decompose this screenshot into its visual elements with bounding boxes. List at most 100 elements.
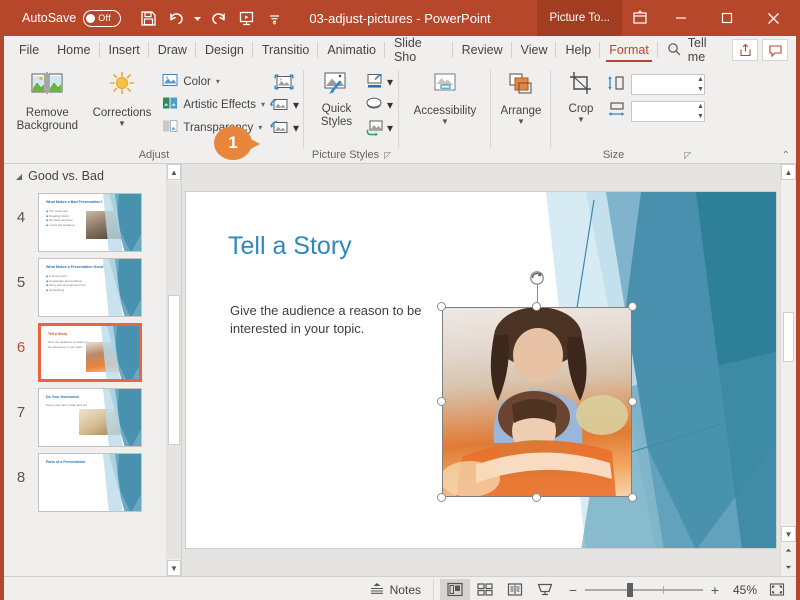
tab-format[interactable]: Format (600, 36, 658, 64)
quick-styles-button[interactable]: Quick Styles (309, 68, 364, 129)
picture-border-dropdown-icon[interactable]: ▾ (387, 75, 393, 89)
scroll-up-icon[interactable]: ▲ (167, 164, 181, 180)
corrections-button[interactable]: Corrections ▼ (86, 68, 159, 128)
change-picture-dropdown-icon[interactable]: ▾ (293, 98, 299, 112)
slide-area-scrollbar[interactable]: ▲ ▼ ⏶ ⏷ (780, 164, 796, 576)
corrections-dropdown-icon[interactable]: ▼ (118, 120, 126, 128)
fit-slide-to-window-button[interactable] (764, 579, 790, 600)
notes-button[interactable]: Notes (358, 582, 433, 598)
slide-thumbnail[interactable]: What Makes a Bad Presentation? ◆ Too muc… (38, 193, 142, 252)
list-item[interactable]: 6 Tell a Story Give the audience a reaso… (4, 323, 181, 382)
close-button[interactable] (750, 0, 796, 36)
tab-file[interactable]: File (10, 36, 48, 64)
shape-height-step-down-icon[interactable]: ▼ (697, 86, 704, 93)
tell-me-search[interactable]: Tell me (658, 36, 732, 64)
thumbnail-pane-scrollbar[interactable]: ▲ ▼ (166, 164, 181, 576)
slide-thumbnail[interactable]: Tell a Story Give the audience a reason … (38, 323, 142, 382)
save-icon[interactable] (135, 5, 161, 31)
color-dropdown-icon[interactable]: ▾ (216, 77, 220, 86)
customize-qat-icon[interactable] (261, 5, 287, 31)
slide-scrollbar-thumb[interactable] (783, 312, 794, 362)
resize-handle-e[interactable] (628, 397, 637, 406)
picture-styles-dialog-launcher[interactable]: ◸ (384, 150, 391, 161)
slide-sorter-view-button[interactable] (470, 579, 500, 600)
list-item[interactable]: 7 Do Your Homework Know your topic insid… (4, 388, 181, 447)
resize-handle-sw[interactable] (437, 493, 446, 502)
shape-height-step-up-icon[interactable]: ▲ (697, 76, 704, 83)
change-picture-button[interactable]: ▾ (269, 93, 299, 116)
ribbon-display-options-icon[interactable] (622, 0, 658, 36)
list-item[interactable]: 5 What Makes a Presentation Good? ◆ A st… (4, 258, 181, 317)
slide-show-button[interactable] (530, 579, 560, 600)
shape-width-step-up-icon[interactable]: ▲ (697, 103, 704, 110)
tab-animations[interactable]: Animatio (318, 36, 385, 64)
tab-home[interactable]: Home (48, 36, 100, 64)
arrange-dropdown-icon[interactable]: ▼ (517, 118, 525, 126)
size-dialog-launcher[interactable]: ◸ (684, 150, 691, 161)
color-button[interactable]: Color ▾ (158, 70, 269, 93)
maximize-button[interactable] (704, 0, 750, 36)
selected-picture-object[interactable] (437, 271, 637, 502)
scrollbar-thumb[interactable] (168, 295, 180, 445)
zoom-slider-handle[interactable] (627, 582, 633, 597)
slide-thumbnail[interactable]: Do Your Homework Know your topic inside … (38, 388, 142, 447)
picture-tools-context-tab[interactable]: Picture To... (537, 0, 622, 36)
comments-button[interactable] (762, 39, 788, 61)
redo-icon[interactable] (205, 5, 231, 31)
resize-handle-se[interactable] (628, 493, 637, 502)
zoom-level-label[interactable]: 45% (727, 583, 757, 597)
start-presentation-icon[interactable] (233, 5, 259, 31)
resize-handle-w[interactable] (437, 397, 446, 406)
normal-view-button[interactable] (440, 578, 470, 600)
tab-view[interactable]: View (512, 36, 557, 64)
resize-handle-ne[interactable] (628, 302, 637, 311)
slide-thumbnail[interactable]: What Makes a Presentation Good? ◆ A stro… (38, 258, 142, 317)
tab-help[interactable]: Help (556, 36, 600, 64)
shape-width-step-down-icon[interactable]: ▼ (697, 113, 704, 120)
reset-picture-dropdown-icon[interactable]: ▾ (293, 121, 299, 135)
slide-thumbnail[interactable]: Parts of a Presentation (38, 453, 142, 512)
picture-layout-dropdown-icon[interactable]: ▾ (387, 121, 393, 135)
tab-review[interactable]: Review (453, 36, 512, 64)
scroll-down-icon[interactable]: ▼ (167, 560, 181, 576)
scrollbar-track[interactable] (167, 181, 181, 559)
arrange-button[interactable]: Arrange ▼ (496, 68, 546, 126)
previous-slide-button[interactable]: ⏶ (781, 543, 796, 559)
slide-scroll-up-icon[interactable]: ▲ (781, 164, 796, 180)
resize-handle-n[interactable] (532, 302, 541, 311)
tab-transitions[interactable]: Transitio (253, 36, 319, 64)
compress-pictures-button[interactable] (269, 70, 299, 93)
slide-scroll-down-icon[interactable]: ▼ (781, 526, 796, 542)
section-header-good-vs-bad[interactable]: ◢ Good vs. Bad (4, 164, 181, 187)
artistic-effects-dropdown-icon[interactable]: ▾ (261, 100, 265, 109)
undo-icon[interactable] (163, 5, 189, 31)
picture-effects-dropdown-icon[interactable]: ▾ (387, 98, 393, 112)
accessibility-dropdown-icon[interactable]: ▼ (441, 118, 449, 126)
zoom-slider[interactable] (585, 582, 703, 597)
current-slide[interactable]: Tell a Story Give the audience a reason … (185, 191, 777, 549)
next-slide-button[interactable]: ⏷ (781, 560, 796, 576)
list-item[interactable]: 8 Parts of a Presentation (4, 453, 181, 512)
autosave-control[interactable]: AutoSave Off (22, 9, 122, 27)
resize-handle-nw[interactable] (437, 302, 446, 311)
page-title[interactable]: Tell a Story (228, 232, 352, 261)
tab-design[interactable]: Design (196, 36, 253, 64)
tab-slide-show[interactable]: Slide Sho (385, 36, 453, 64)
picture-effects-button[interactable]: ▾ (364, 93, 394, 116)
shape-width-stepper[interactable]: ▲ ▼ (693, 101, 708, 122)
zoom-in-button[interactable]: + (710, 582, 720, 598)
share-button[interactable] (732, 39, 758, 61)
minimize-button[interactable] (658, 0, 704, 36)
reset-picture-button[interactable]: ▾ (269, 116, 299, 139)
accessibility-button[interactable]: Accessibility ▼ (404, 68, 486, 126)
autosave-toggle[interactable]: Off (83, 9, 122, 27)
artistic-effects-button[interactable]: Artistic Effects ▾ (158, 93, 269, 116)
slide-body-text[interactable]: Give the audience a reason to be interes… (230, 302, 430, 338)
rotate-handle[interactable] (528, 269, 546, 287)
crop-dropdown-icon[interactable]: ▼ (577, 116, 585, 124)
reading-view-button[interactable] (500, 579, 530, 600)
section-collapse-icon[interactable]: ◢ (16, 172, 22, 181)
crop-button[interactable]: Crop ▼ (556, 68, 606, 124)
undo-dropdown-icon[interactable] (191, 5, 203, 31)
remove-background-button[interactable]: Remove Background (9, 68, 86, 133)
